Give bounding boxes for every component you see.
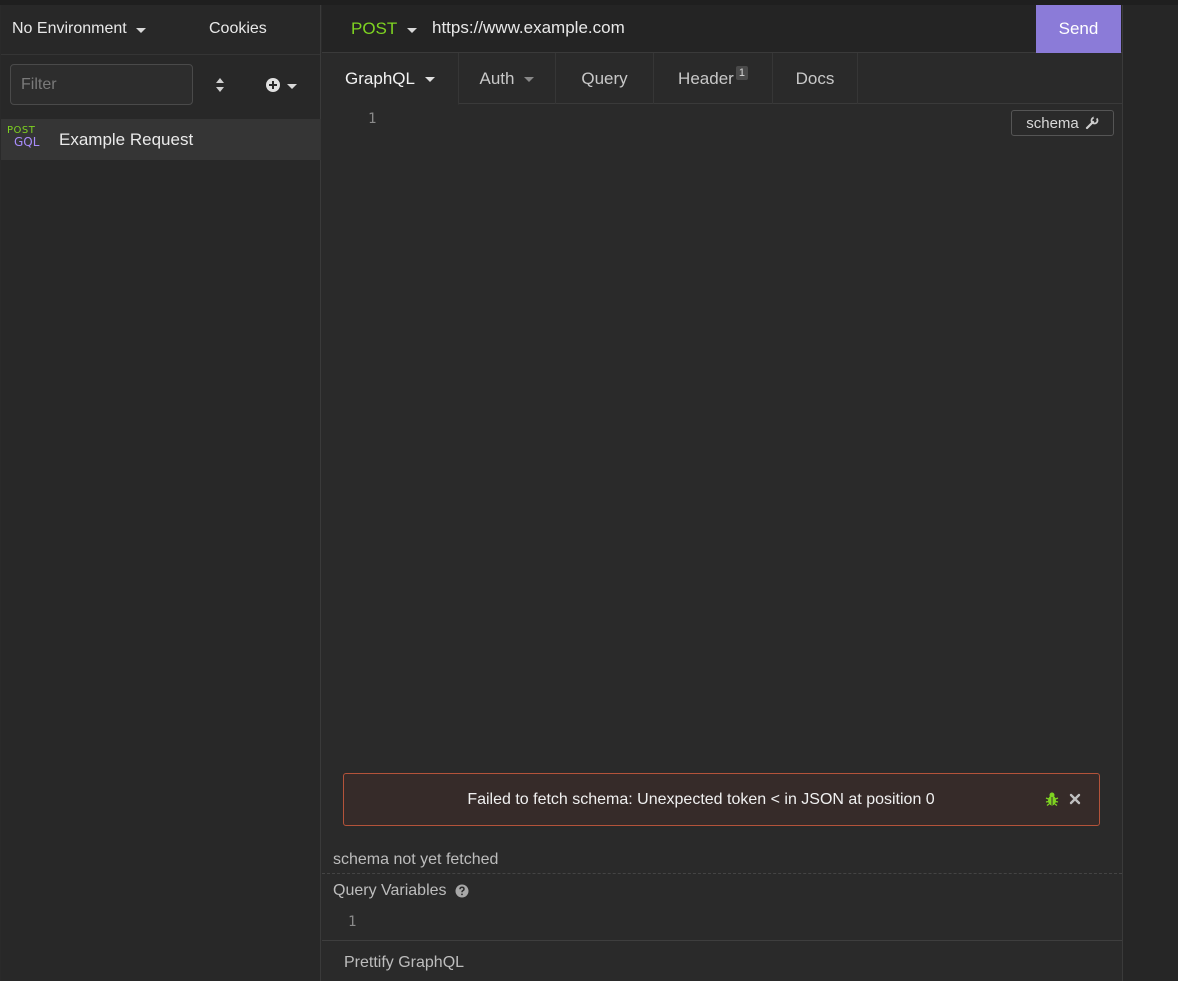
method-dropdown[interactable]: POST [351, 19, 418, 39]
line-number: 1 [368, 111, 377, 127]
bug-icon[interactable] [1044, 791, 1060, 807]
divider [322, 940, 1122, 941]
response-pane-edge [1122, 5, 1178, 981]
divider [322, 873, 1122, 874]
tab-header-label: Header [678, 68, 734, 88]
url-input[interactable] [432, 18, 1012, 38]
filter-row [1, 55, 320, 119]
chevron-down-icon [135, 27, 146, 33]
tab-query[interactable]: Query [556, 53, 654, 104]
chevron-down-icon [407, 27, 418, 33]
header-count-badge: 1 [735, 65, 748, 80]
tab-docs-label: Docs [795, 68, 835, 88]
filter-input[interactable] [10, 64, 193, 105]
tab-graphql[interactable]: GraphQL [322, 53, 459, 105]
request-method-tag: POST GQL [7, 125, 47, 155]
chevron-down-icon [524, 77, 535, 82]
chevron-down-icon [287, 83, 297, 89]
url-bar: POST Send [322, 5, 1122, 53]
environment-dropdown[interactable]: No Environment [12, 20, 146, 38]
prettify-graphql-button[interactable]: Prettify GraphQL [344, 954, 464, 972]
environment-label: No Environment [12, 20, 127, 37]
sort-button[interactable] [208, 73, 232, 97]
sidebar: No Environment Cookies POST GQL Example [1, 5, 321, 981]
method-gql-label: GQL [14, 135, 40, 149]
schema-error-banner: Failed to fetch schema: Unexpected token… [343, 773, 1100, 826]
tab-auth[interactable]: Auth [459, 53, 556, 104]
query-variables-header[interactable]: Query Variables [333, 882, 469, 900]
wrench-icon [1085, 116, 1099, 130]
send-button[interactable]: Send [1036, 5, 1121, 53]
plus-circle-icon [266, 78, 280, 92]
tab-auth-label: Auth [479, 68, 515, 88]
tab-docs[interactable]: Docs [773, 53, 858, 104]
cookies-button[interactable]: Cookies [209, 20, 267, 38]
schema-button[interactable]: schema [1011, 110, 1114, 136]
add-request-button[interactable] [265, 73, 305, 97]
request-item[interactable]: POST GQL Example Request [1, 119, 321, 160]
schema-button-label: schema [1026, 114, 1079, 132]
help-icon[interactable] [455, 884, 469, 898]
request-name: Example Request [59, 130, 194, 149]
chevron-down-icon [424, 77, 435, 82]
tab-query-label: Query [581, 68, 628, 88]
schema-status-text: schema not yet fetched [333, 851, 499, 868]
close-icon[interactable] [1068, 792, 1082, 806]
sidebar-header: No Environment Cookies [1, 5, 320, 55]
request-tabs: GraphQL Auth Query Header 1 Docs [322, 53, 1122, 105]
tab-header[interactable]: Header 1 [654, 53, 773, 104]
variables-line-number: 1 [348, 914, 357, 930]
tab-graphql-label: GraphQL [345, 68, 415, 88]
error-message: Failed to fetch schema: Unexpected token… [467, 791, 935, 808]
query-variables-label: Query Variables [333, 882, 447, 899]
method-label: POST [351, 19, 398, 38]
sort-icon [216, 78, 224, 92]
